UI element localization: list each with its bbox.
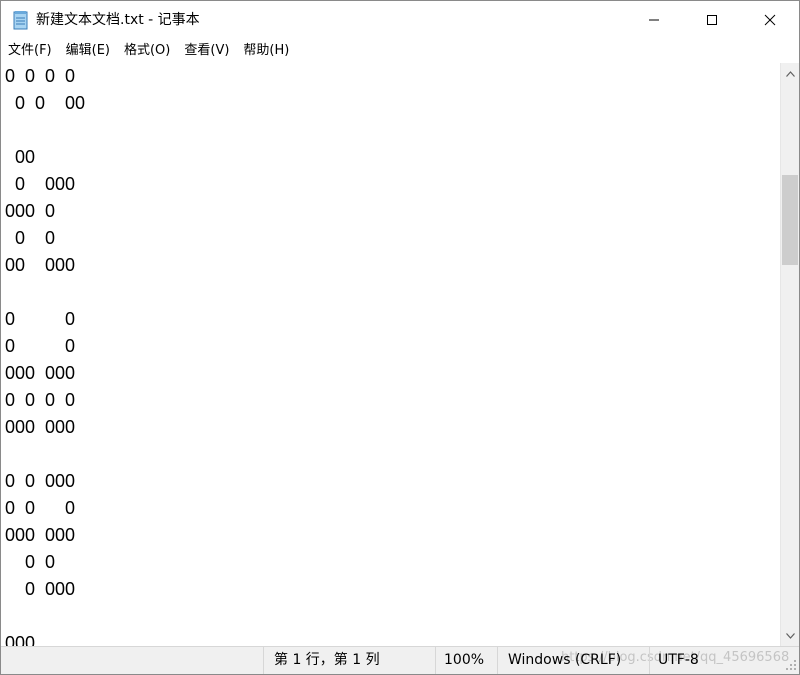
menu-view[interactable]: 查看(V) xyxy=(177,39,236,63)
notepad-icon xyxy=(12,10,30,30)
maximize-button[interactable] xyxy=(683,1,741,39)
minimize-button[interactable] xyxy=(625,1,683,39)
notepad-window: 新建文本文档.txt - 记事本 文件(F) 编辑(E) 格式(O) 查看(V)… xyxy=(0,0,800,675)
menu-file[interactable]: 文件(F) xyxy=(1,39,59,63)
zoom-level: 100% xyxy=(435,647,497,674)
maximize-icon xyxy=(706,11,718,30)
encoding: UTF-8 xyxy=(649,647,779,674)
vertical-scrollbar[interactable] xyxy=(780,63,799,646)
title-bar[interactable]: 新建文本文档.txt - 记事本 xyxy=(1,1,799,39)
menu-bar: 文件(F) 编辑(E) 格式(O) 查看(V) 帮助(H) xyxy=(1,39,799,63)
line-ending: Windows (CRLF) xyxy=(497,647,649,674)
scroll-down-arrow-icon[interactable] xyxy=(781,627,799,644)
editor-content[interactable]: 0 0 0 0 0 0 00 00 0 000 000 0 0 0 00 000… xyxy=(1,63,780,646)
close-button[interactable] xyxy=(741,1,799,39)
menu-format[interactable]: 格式(O) xyxy=(117,39,177,63)
text-editor[interactable]: 0 0 0 0 0 0 00 00 0 000 000 0 0 0 00 000… xyxy=(1,63,780,646)
close-icon xyxy=(764,11,776,30)
status-bar: https://blog.csdn.net/qq_45696568 第 1 行，… xyxy=(1,646,799,674)
window-title: 新建文本文档.txt - 记事本 xyxy=(36,12,200,28)
minimize-icon xyxy=(648,11,660,30)
scroll-up-arrow-icon[interactable] xyxy=(781,65,799,82)
menu-edit[interactable]: 编辑(E) xyxy=(59,39,117,63)
scroll-thumb[interactable] xyxy=(782,175,798,265)
resize-grip-icon[interactable] xyxy=(785,659,797,671)
cursor-position: 第 1 行，第 1 列 xyxy=(263,647,435,674)
menu-help[interactable]: 帮助(H) xyxy=(236,39,296,63)
